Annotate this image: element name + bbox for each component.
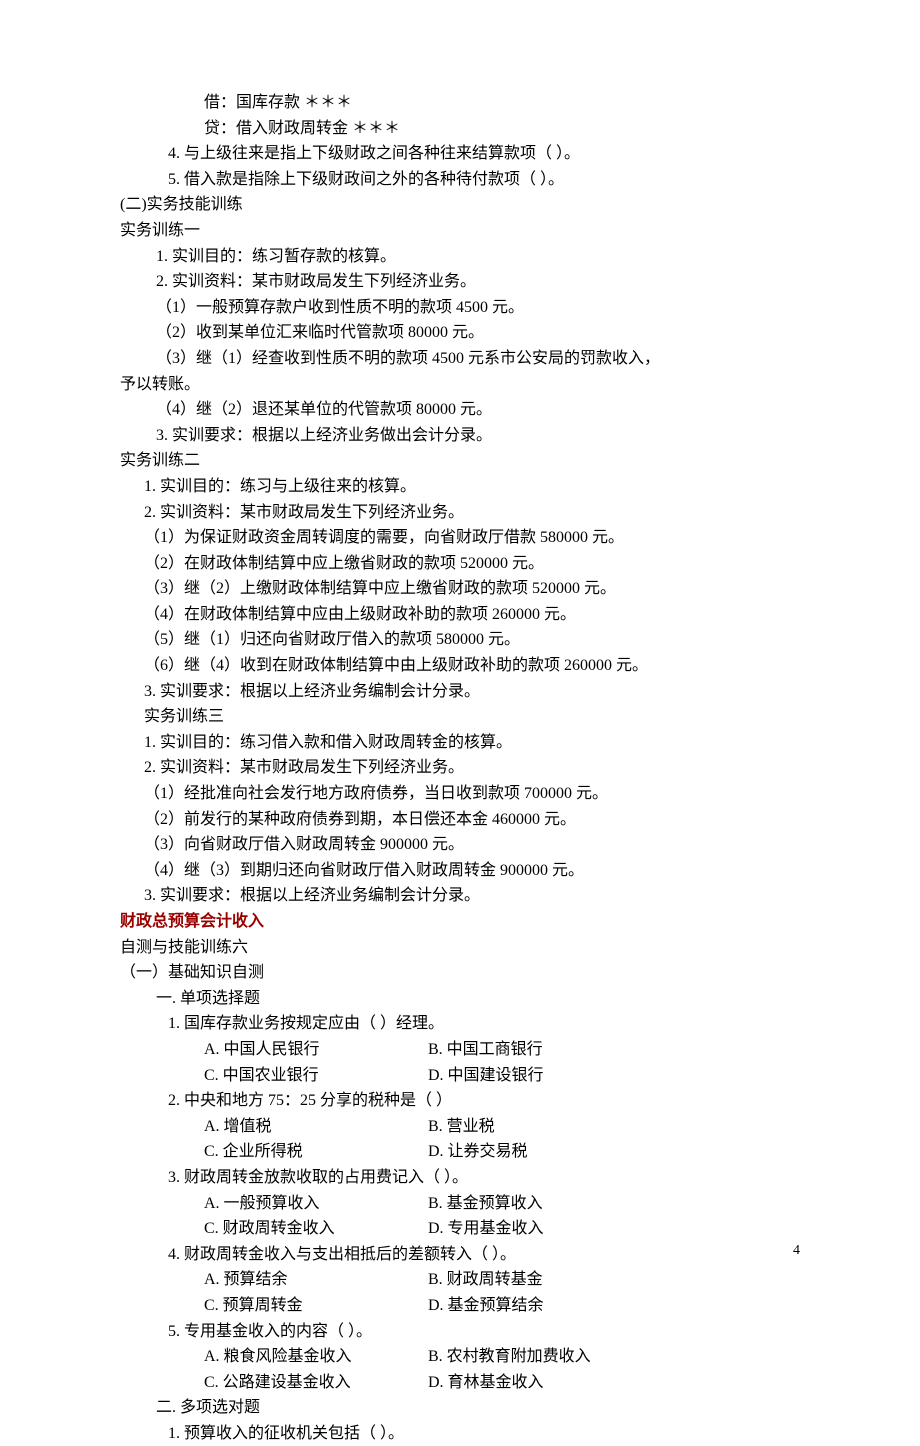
chapter-heading: 财政总预算会计收入 [120,909,800,935]
question-1-options-row2: C. 中国农业银行 D. 中国建设银行 [204,1063,800,1089]
exercise-1-material: 2. 实训资料：某市财政局发生下列经济业务。 [156,269,800,295]
exercise-3-requirement: 3. 实训要求：根据以上经济业务编制会计分录。 [144,883,800,909]
option-2b: B. 营业税 [428,1118,495,1135]
exercise-2-item-1: （1）为保证财政资金周转调度的需要，向省财政厅借款 580000 元。 [144,525,800,551]
question-4-options-row2: C. 预算周转金 D. 基金预算结余 [204,1293,800,1319]
question-5: 5. 专用基金收入的内容（ ）。 [168,1319,800,1345]
section-2-heading: (二)实务技能训练 [120,192,800,218]
exercise-3-item-2: （2）前发行的某种政府债券到期，本日偿还本金 460000 元。 [144,807,800,833]
exercise-2-material: 2. 实训资料：某市财政局发生下列经济业务。 [144,500,800,526]
exercise-2-item-4: （4）在财政体制结算中应由上级财政补助的款项 260000 元。 [144,602,800,628]
question-1-options-row1: A. 中国人民银行 B. 中国工商银行 [204,1037,800,1063]
option-3c: C. 财政周转金收入 [204,1216,424,1242]
exercise-2-item-6: （6）继（4）收到在财政体制结算中由上级财政补助的款项 260000 元。 [144,653,800,679]
exercise-2-requirement: 3. 实训要求：根据以上经济业务编制会计分录。 [144,679,800,705]
exercise-3-material: 2. 实训资料：某市财政局发生下列经济业务。 [144,755,800,781]
option-3d: D. 专用基金收入 [428,1220,544,1237]
question-3-options-row2: C. 财政周转金收入 D. 专用基金收入 [204,1216,800,1242]
exercise-1-item-2: （2）收到某单位汇来临时代管款项 80000 元。 [156,320,800,346]
exercise-3-objective: 1. 实训目的：练习借入款和借入财政周转金的核算。 [144,730,800,756]
tf-question-4: 4. 与上级往来是指上下级财政之间各种往来结算款项（ ）。 [168,141,800,167]
option-2c: C. 企业所得税 [204,1139,424,1165]
part-1-heading: （一）基础知识自测 [120,960,800,986]
exercise-2-title: 实务训练二 [120,448,800,474]
exercise-2-objective: 1. 实训目的：练习与上级往来的核算。 [144,474,800,500]
exercise-3-item-3: （3）向省财政厅借入财政周转金 900000 元。 [144,832,800,858]
question-5-options-row2: C. 公路建设基金收入 D. 育林基金收入 [204,1370,800,1396]
exercise-2-item-2: （2）在财政体制结算中应上缴省财政的款项 520000 元。 [144,551,800,577]
option-1a: A. 中国人民银行 [204,1037,424,1063]
option-1c: C. 中国农业银行 [204,1063,424,1089]
option-4b: B. 财政周转基金 [428,1271,543,1288]
page-number: 4 [793,1240,800,1262]
tf-question-5: 5. 借入款是指除上下级财政间之外的各种待付款项（ ）。 [168,167,800,193]
question-1: 1. 国库存款业务按规定应由（ ）经理。 [168,1011,800,1037]
option-3b: B. 基金预算收入 [428,1195,543,1212]
exercise-1-objective: 1. 实训目的：练习暂存款的核算。 [156,244,800,270]
multi-question-1: 1. 预算收入的征收机关包括（ ）。 [168,1421,800,1446]
exercise-1-item-3b: 予以转账。 [120,372,800,398]
exercise-3-item-1: （1）经批准向社会发行地方政府债券，当日收到款项 700000 元。 [144,781,800,807]
option-1b: B. 中国工商银行 [428,1041,543,1058]
option-5b: B. 农村教育附加费收入 [428,1348,591,1365]
exercise-1-item-4: （4）继（2）退还某单位的代管款项 80000 元。 [156,397,800,423]
single-choice-heading: 一. 单项选择题 [156,986,800,1012]
question-2-options-row1: A. 增值税 B. 营业税 [204,1114,800,1140]
journal-credit: 贷：借入财政周转金 ＊＊＊ [204,116,800,142]
option-5d: D. 育林基金收入 [428,1374,544,1391]
option-2d: D. 让券交易税 [428,1143,528,1160]
option-4d: D. 基金预算结余 [428,1297,544,1314]
question-5-options-row1: A. 粮食风险基金收入 B. 农村教育附加费收入 [204,1344,800,1370]
option-1d: D. 中国建设银行 [428,1067,544,1084]
exercise-3-title: 实务训练三 [144,704,800,730]
self-test-6-heading: 自测与技能训练六 [120,935,800,961]
exercise-1-requirement: 3. 实训要求：根据以上经济业务做出会计分录。 [156,423,800,449]
question-2: 2. 中央和地方 75：25 分享的税种是（ ） [168,1088,800,1114]
journal-debit: 借：国库存款 ＊＊＊ [204,90,800,116]
option-3a: A. 一般预算收入 [204,1191,424,1217]
exercise-2-item-3: （3）继（2）上缴财政体制结算中应上缴省财政的款项 520000 元。 [144,576,800,602]
question-3: 3. 财政周转金放款收取的占用费记入（ ）。 [168,1165,800,1191]
exercise-2-item-5: （5）继（1）归还向省财政厅借入的款项 580000 元。 [144,627,800,653]
exercise-1-title: 实务训练一 [120,218,800,244]
option-4c: C. 预算周转金 [204,1293,424,1319]
question-4-options-row1: A. 预算结余 B. 财政周转基金 [204,1267,800,1293]
question-4: 4. 财政周转金收入与支出相抵后的差额转入（ ）。 [168,1242,800,1268]
option-4a: A. 预算结余 [204,1267,424,1293]
exercise-1-item-3a: （3）继（1）经查收到性质不明的款项 4500 元系市公安局的罚款收入， [156,346,800,372]
exercise-3-item-4: （4）继（3）到期归还向省财政厅借入财政周转金 900000 元。 [144,858,800,884]
option-5c: C. 公路建设基金收入 [204,1370,424,1396]
multi-choice-heading: 二. 多项选对题 [156,1395,800,1421]
option-5a: A. 粮食风险基金收入 [204,1344,424,1370]
exercise-1-item-1: （1）一般预算存款户收到性质不明的款项 4500 元。 [156,295,800,321]
question-2-options-row2: C. 企业所得税 D. 让券交易税 [204,1139,800,1165]
question-3-options-row1: A. 一般预算收入 B. 基金预算收入 [204,1191,800,1217]
option-2a: A. 增值税 [204,1114,424,1140]
